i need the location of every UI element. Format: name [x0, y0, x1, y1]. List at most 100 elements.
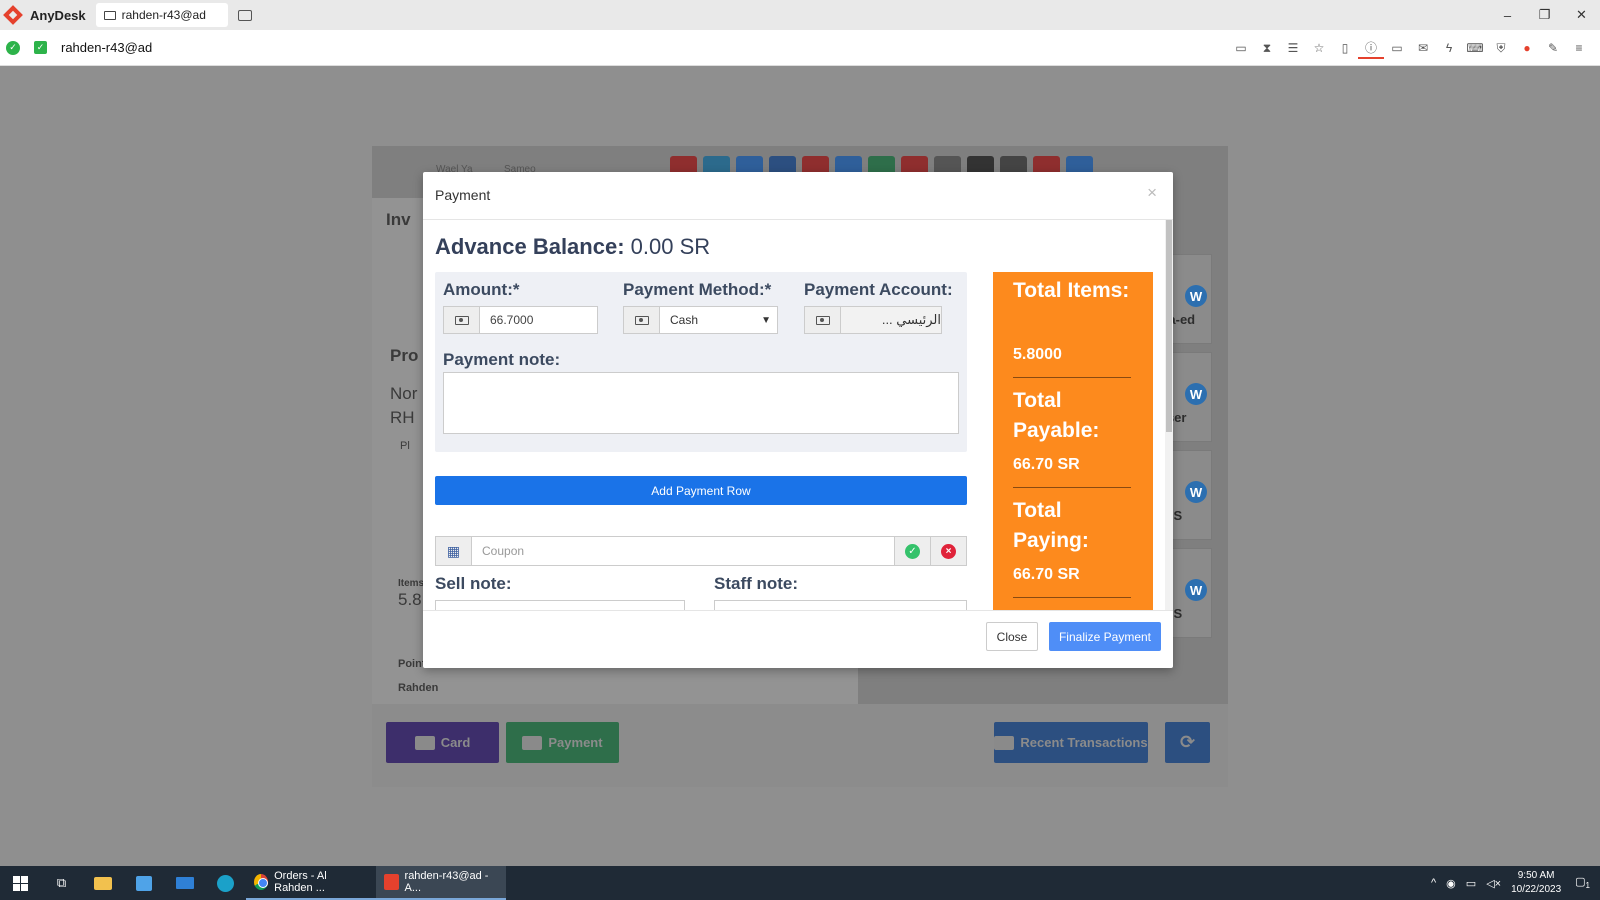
verified-icon: ✓ [34, 41, 47, 54]
info-icon[interactable]: ⓘ [1358, 37, 1384, 59]
scroll-thumb[interactable] [1166, 220, 1172, 432]
chrome-icon [254, 874, 269, 890]
check-icon: ✓ [905, 543, 920, 559]
session-tab[interactable]: rahden-r43@ad [95, 3, 228, 27]
clock[interactable]: 9:50 AM 10/22/2023 [1511, 869, 1561, 897]
monitor-icon[interactable]: ▭ [1384, 37, 1410, 59]
windows-icon [13, 875, 28, 891]
card-button-label: Card [440, 735, 471, 750]
clock-icon [994, 735, 1015, 750]
total-payable-label: Total Payable: [1013, 389, 1100, 442]
recent-transactions-label: Recent Transactions [1020, 735, 1148, 750]
clock-date: 10/22/2023 [1511, 884, 1562, 895]
total-paying-value: 66.70 SR [1013, 566, 1080, 583]
amount-field[interactable]: 66.7000 [443, 306, 598, 334]
payment-row: Amount:* 66.7000 Payment Method:* Cash ▼… [435, 272, 967, 452]
anydesk-addressbar: ✓ ✓ rahden-r43@ad ▭ ⧗ ☰ ☆ ▯ ⓘ ▭ ✉ ϟ ⌨ ⛨ … [0, 30, 1600, 66]
method-select-box: Cash ▼ [660, 307, 777, 333]
payment-button[interactable]: Payment [506, 722, 619, 763]
new-session-icon[interactable] [237, 9, 252, 21]
items-value: 5.8 [398, 590, 422, 609]
amount-value: 66.7000 [490, 313, 534, 327]
card-icon [414, 735, 435, 750]
network-icon[interactable]: ▭ [1466, 877, 1476, 890]
payment-button-label: Payment [548, 735, 603, 750]
taskbar-anydesk-task[interactable]: rahden-r43@ad - A... [376, 866, 506, 900]
connection-ok-icon: ✓ [6, 40, 20, 55]
tray-meet-icon[interactable]: ◉ [1446, 877, 1456, 890]
tray-chevron-icon[interactable]: ^ [1431, 877, 1436, 889]
shield-icon[interactable]: ⛨ [1488, 37, 1514, 59]
w-badge-icon: W [1185, 285, 1207, 307]
store-icon[interactable] [123, 866, 164, 900]
anydesk-logo: AnyDesk [3, 5, 86, 25]
edge-icon[interactable] [205, 866, 246, 900]
payment-account-select[interactable]: الرئيسي ... [804, 306, 942, 334]
modal-scrollbar[interactable] [1165, 220, 1173, 610]
volume-muted-icon[interactable]: ◁× [1486, 877, 1501, 890]
minimize-button[interactable]: – [1489, 0, 1526, 30]
address-text: rahden-r43@ad [61, 40, 153, 55]
products-heading: Pro [390, 346, 419, 365]
record-icon[interactable]: ● [1514, 37, 1540, 59]
method-label: Payment Method:* [623, 280, 772, 299]
keyboard-icon[interactable]: ⌨ [1462, 37, 1488, 59]
add-payment-row-button[interactable]: Add Payment Row [435, 476, 967, 505]
recent-transactions-button[interactable]: Recent Transactions [994, 722, 1148, 763]
apply-coupon-button[interactable]: ✓ [894, 537, 930, 565]
modal-footer: Close Finalize Payment [423, 610, 1173, 668]
advance-balance-label: Advance Balance: [435, 234, 625, 259]
file-icon[interactable]: ▯ [1332, 37, 1358, 59]
taskbar-chrome-task[interactable]: Orders - Al Rahden ... [246, 866, 376, 900]
product-line-1: Nor [390, 384, 418, 403]
remove-coupon-button[interactable]: × [930, 537, 966, 565]
account-value: الرئيسي ... [841, 307, 941, 333]
display-icon[interactable]: ▭ [1228, 37, 1254, 59]
start-button[interactable] [0, 866, 41, 900]
mail-icon[interactable] [164, 866, 205, 900]
anydesk-icon [384, 874, 399, 890]
finalize-payment-button[interactable]: Finalize Payment [1049, 622, 1161, 651]
x-circle-icon: × [941, 543, 956, 559]
close-button[interactable]: Close [986, 622, 1038, 651]
file-explorer-icon[interactable] [82, 866, 123, 900]
close-window-button[interactable]: ✕ [1563, 0, 1600, 30]
notification-icon[interactable]: ▢1 [1575, 875, 1590, 890]
staff-note-input[interactable] [714, 600, 967, 610]
payment-note-textarea[interactable] [443, 372, 959, 434]
total-payable-value: 66.70 SR [1013, 456, 1080, 473]
gift-icon: ▦ [436, 537, 472, 565]
card-button[interactable]: Card [386, 722, 499, 763]
monitor-icon [103, 10, 116, 20]
star-icon[interactable]: ☆ [1306, 37, 1332, 59]
task-view-icon[interactable]: ⧉ [41, 866, 82, 900]
coupon-group: ▦ Coupon ✓ × [435, 536, 967, 566]
window-controls: – ❐ ✕ [1489, 0, 1600, 30]
payment-method-select[interactable]: Cash ▼ [623, 306, 778, 334]
advance-balance-value: 0.00 SR [630, 234, 711, 259]
amount-label: Amount:* [443, 280, 520, 299]
db-icon[interactable]: ☰ [1280, 37, 1306, 59]
windows-taskbar: ⧉ Orders - Al Rahden ... rahden-r43@ad -… [0, 866, 1600, 900]
w-badge-icon: W [1185, 383, 1207, 405]
modal-title: Payment [435, 187, 491, 203]
sell-note-label: Sell note: [435, 574, 512, 593]
refresh-button[interactable]: ⟳ [1165, 722, 1210, 763]
lightning-icon[interactable]: ϟ [1436, 37, 1462, 59]
modal-close-icon[interactable]: × [1147, 183, 1157, 203]
cash-icon [624, 307, 660, 333]
hourglass-icon[interactable]: ⧗ [1254, 37, 1280, 59]
sell-note-input[interactable] [435, 600, 685, 610]
chat-icon[interactable]: ✉ [1410, 37, 1436, 59]
modal-header: Payment × [423, 172, 1173, 220]
pen-icon[interactable]: ✎ [1540, 37, 1566, 59]
restore-button[interactable]: ❐ [1526, 0, 1563, 30]
customer-name: Rahden [398, 682, 439, 694]
payment-summary-box: Total Items: 5.8000 Total Payable: 66.70… [993, 272, 1153, 610]
remote-desktop: Wael Ya Sameo Inv Pro Nor RH Pl Items 5.… [0, 66, 1600, 866]
anydesk-app-name: AnyDesk [30, 7, 86, 23]
coupon-input[interactable]: Coupon [472, 537, 894, 565]
menu-icon[interactable]: ≡ [1566, 37, 1592, 59]
anydesk-titlebar: AnyDesk rahden-r43@ad – ❐ ✕ [0, 0, 1600, 30]
notification-count: 1 [1585, 881, 1590, 891]
